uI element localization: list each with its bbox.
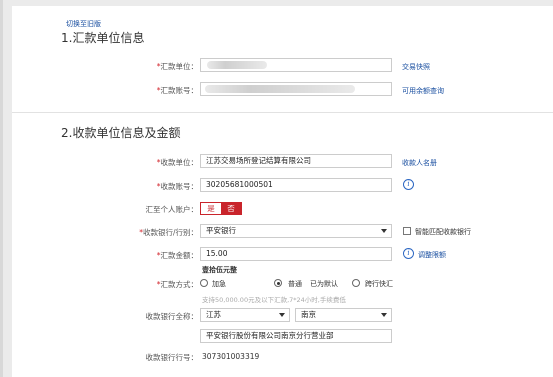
payee-account-input[interactable]: 30205681000501 (200, 178, 392, 192)
payee-unit-label: *收款单位： (156, 158, 198, 167)
payer-unit-field[interactable] (200, 58, 392, 72)
method-crossbank-radio[interactable] (352, 279, 360, 287)
amount-label: *汇款金额： (156, 251, 198, 260)
bank-code-label: 收款银行行号： (145, 353, 199, 362)
section2-title: 2.收款单位信息及金额 (61, 126, 181, 140)
bank-code-value: 307301003319 (202, 352, 260, 361)
province-select[interactable]: 江苏 (200, 308, 290, 322)
method-urgent-radio[interactable] (200, 279, 208, 287)
payee-unit-input[interactable]: 江苏交易场所登记结算有限公司 (200, 154, 392, 168)
transfer-form-page: 切换至旧版 1.汇款单位信息 *汇款单位： 交易快照 *汇款账号： 可用余额查询… (12, 6, 553, 377)
city-select[interactable]: 南京 (295, 308, 392, 322)
info-icon[interactable]: i (403, 179, 414, 190)
city-value: 南京 (301, 310, 316, 319)
payer-unit-label: *汇款单位： (156, 62, 198, 71)
adjust-limit-link[interactable]: 调整限额 (418, 250, 446, 260)
chevron-down-icon (381, 313, 387, 317)
payee-bank-label: *收款银行/行别： (139, 228, 198, 237)
method-crossbank-label: 跨行快汇 (365, 280, 393, 288)
chevron-down-icon (381, 229, 387, 233)
transfer-method-hint: 支持50,000.00元及以下汇款,7*24小时,手续费低 (202, 296, 346, 304)
method-normal-radio[interactable] (274, 279, 282, 287)
smart-match-label: 智能匹配收款银行 (415, 228, 471, 236)
window-left-edge (0, 0, 3, 377)
payee-register-link[interactable]: 收款人名册 (402, 158, 437, 168)
redacted-payer-account (205, 85, 355, 93)
redacted-payer-unit (207, 61, 267, 69)
amount-input[interactable]: 15.00 (200, 247, 392, 261)
switch-old-version-link[interactable]: 切换至旧版 (66, 19, 101, 29)
chevron-down-icon (279, 313, 285, 317)
smart-match-checkbox[interactable] (403, 227, 411, 235)
transfer-method-label: *汇款方式： (156, 280, 198, 289)
amount-in-words: 壹拾伍元整 (202, 266, 237, 274)
personal-no-option[interactable]: 否 (221, 203, 241, 214)
section1-title: 1.汇款单位信息 (61, 31, 145, 45)
balance-query-link[interactable]: 可用余额查询 (402, 86, 444, 96)
personal-yes-option[interactable]: 是 (201, 203, 221, 214)
province-value: 江苏 (206, 310, 221, 319)
method-normal-label: 普通 (288, 280, 302, 288)
payee-bank-value: 平安银行 (206, 226, 236, 235)
personal-account-label: 汇至个人账户： (145, 205, 199, 214)
payer-account-field[interactable] (200, 82, 392, 96)
method-urgent-label: 加急 (212, 280, 226, 288)
payer-account-label: *汇款账号： (156, 86, 198, 95)
payee-account-label: *收款账号： (156, 182, 198, 191)
payee-bank-select[interactable]: 平安银行 (200, 224, 392, 238)
personal-account-toggle: 是 否 (200, 202, 242, 215)
method-normal-note: 已为默认 (310, 280, 338, 288)
branch-name-field[interactable]: 平安银行股份有限公司南京分行营业部 (200, 329, 392, 343)
trade-snapshot-link[interactable]: 交易快照 (402, 62, 430, 72)
info-icon[interactable]: i (403, 248, 414, 259)
section-divider (12, 112, 553, 113)
bank-fullname-label: 收款银行全称： (145, 312, 199, 321)
